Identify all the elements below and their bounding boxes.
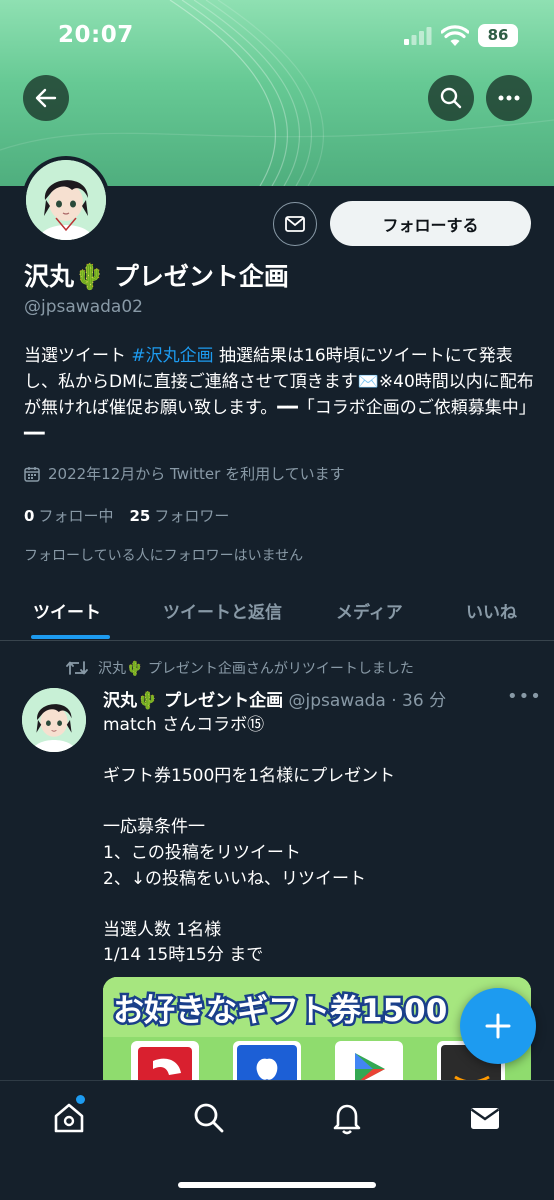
follow-stats: 0 フォロー中 25 フォロワー bbox=[24, 505, 229, 526]
follow-button[interactable]: フォローする bbox=[330, 201, 531, 246]
profile-display-name: 沢丸🌵 プレゼント企画 bbox=[24, 262, 289, 291]
profile-avatar[interactable] bbox=[22, 156, 110, 244]
followers-count: 25 bbox=[129, 507, 151, 525]
tab-tweets-and-replies[interactable]: ツイートと返信 bbox=[163, 598, 282, 623]
envelope-icon bbox=[285, 216, 305, 232]
avatar-illustration bbox=[22, 688, 86, 752]
wifi-icon bbox=[441, 25, 469, 46]
tweet-author-name[interactable]: 沢丸🌵 プレゼント企画 bbox=[103, 691, 283, 711]
no-mutual-followers-note: フォローしている人にフォロワーはいません bbox=[24, 548, 304, 564]
message-button[interactable] bbox=[273, 202, 317, 246]
mail-icon bbox=[470, 1108, 500, 1129]
status-bar: 20:07 86 bbox=[0, 0, 554, 74]
retweet-context: 沢丸🌵 プレゼント企画さんがリツイートしました bbox=[66, 658, 414, 678]
join-date-text: 2022年12月から Twitter を利用しています bbox=[48, 465, 345, 483]
active-tab-indicator bbox=[31, 635, 110, 639]
home-notification-dot bbox=[76, 1095, 85, 1104]
profile-tabs: ツイート ツイートと返信 メディア いいね bbox=[0, 578, 554, 641]
status-time: 20:07 bbox=[58, 22, 134, 48]
following-count: 0 bbox=[24, 507, 35, 525]
retweet-context-text: 沢丸🌵 プレゼント企画さんがリツイートしました bbox=[98, 661, 414, 677]
back-button[interactable] bbox=[23, 75, 69, 121]
search-button[interactable] bbox=[428, 75, 474, 121]
tweet-text: match さんコラボ⑮ ギフト券1500円を1名様にプレゼント 一応募条件一 … bbox=[103, 715, 396, 966]
calendar-icon bbox=[24, 466, 40, 482]
retweet-icon bbox=[66, 661, 88, 675]
bio-text-prefix: 当選ツイート bbox=[24, 346, 132, 366]
following-link[interactable]: 0 フォロー中 bbox=[24, 505, 113, 526]
search-icon bbox=[194, 1103, 224, 1133]
followers-label: フォロワー bbox=[154, 507, 230, 525]
bell-icon bbox=[333, 1104, 361, 1135]
bio-hashtag-link[interactable]: #沢丸企画 bbox=[131, 346, 213, 366]
compose-tweet-button[interactable] bbox=[460, 988, 536, 1064]
nav-search[interactable] bbox=[192, 1101, 226, 1139]
nav-home[interactable] bbox=[52, 1101, 86, 1139]
more-icon bbox=[498, 95, 520, 101]
tweet-more-button[interactable]: ••• bbox=[507, 686, 542, 707]
tweet-header: 沢丸🌵 プレゼント企画 @jpsawada · 36 分 bbox=[103, 686, 446, 711]
following-label: フォロー中 bbox=[38, 507, 114, 525]
avatar-illustration bbox=[26, 160, 106, 240]
back-arrow-icon bbox=[35, 88, 57, 108]
more-options-button[interactable] bbox=[486, 75, 532, 121]
tab-media[interactable]: メディア bbox=[336, 598, 403, 623]
tweet-handle-time: @jpsawada · 36 分 bbox=[283, 691, 447, 711]
profile-handle: @jpsawada02 bbox=[24, 297, 143, 317]
followers-link[interactable]: 25 フォロワー bbox=[129, 505, 229, 526]
join-date: 2022年12月から Twitter を利用しています bbox=[24, 463, 345, 484]
plus-icon bbox=[485, 1013, 511, 1039]
home-icon bbox=[54, 1103, 84, 1133]
nav-notifications[interactable] bbox=[330, 1101, 364, 1139]
nav-messages[interactable] bbox=[468, 1101, 502, 1139]
tweet-author-avatar[interactable] bbox=[22, 688, 86, 752]
media-caption: お好きなギフト券1500 bbox=[113, 993, 447, 1029]
battery-indicator: 86 bbox=[478, 24, 518, 47]
home-indicator-bar bbox=[178, 1182, 376, 1188]
tab-tweets[interactable]: ツイート bbox=[33, 598, 101, 623]
tab-likes[interactable]: いいね bbox=[466, 598, 517, 623]
search-icon bbox=[440, 87, 462, 109]
profile-bio: 当選ツイート #沢丸企画 抽選結果は16時頃にツイートにて発表し、私からDMに直… bbox=[24, 343, 534, 447]
cellular-signal-icon bbox=[404, 27, 432, 45]
